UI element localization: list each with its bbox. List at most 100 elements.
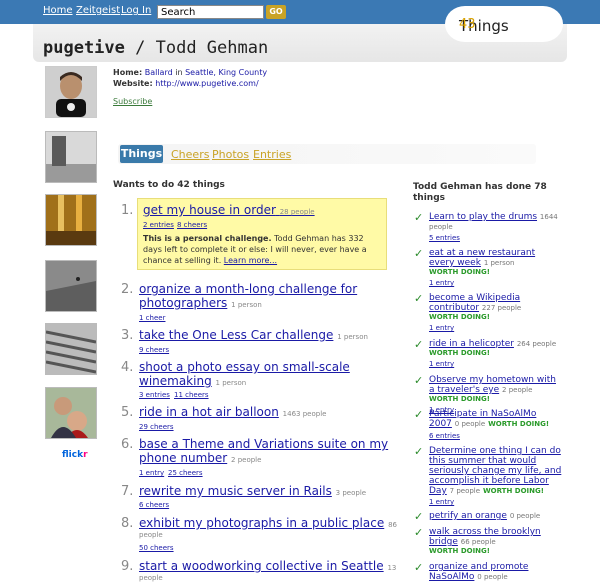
item-title-link[interactable]: organize a month-long challenge for [139,282,357,296]
done-title-link[interactable]: bridge [429,537,458,547]
website-link[interactable]: http://www.pugetive.com/ [155,79,258,88]
check-icon: ✓ [414,510,424,523]
flickr-logo[interactable]: flickr [62,450,88,460]
item-title-link[interactable]: rewrite my music server in Rails [139,484,332,498]
item-count: 13 [387,564,397,572]
done-title-link[interactable]: Observe my hometown with [429,375,579,385]
item-number: 9. [121,559,134,574]
item-cheers-link[interactable]: 9 cheers [139,346,169,354]
item-cheers-link[interactable]: 11 cheers [174,391,209,399]
done-title-link[interactable]: Participate in NaSoAlMo [429,409,579,419]
subscribe-link[interactable]: Subscribe [113,97,152,106]
home-city-link[interactable]: Ballard [145,68,173,77]
tab-cheers[interactable]: Cheers [171,148,209,161]
search-go-button[interactable]: GO [266,5,286,19]
done-title-link[interactable]: Learn to play the drums [429,212,537,222]
done-title-link[interactable]: become a Wikipedia [429,293,579,303]
worth-doing-badge: WORTH DOING! [429,268,490,276]
item-cheers-link[interactable]: 8 cheers [177,221,207,229]
check-icon: ✓ [414,374,424,387]
done-entries-link[interactable]: 1 entry [429,360,454,368]
done-item: NaSoAlMo 0 people [429,572,579,582]
done-count: 264 people [516,340,557,348]
item-title-link[interactable]: exhibit my photographs in a public place [139,516,384,530]
item-cheers-link[interactable]: 1 cheer [139,314,165,322]
done-item: petrify an orange 0 people [429,511,579,521]
site-logo[interactable]: 43 Things [459,17,509,35]
list-item[interactable]: get my house in order 28 people [143,203,315,219]
item-number: 4. [121,360,134,375]
item-title-link[interactable]: shoot a photo essay on small-scale [139,360,350,374]
done-title-link[interactable]: seriously change my life, and [429,466,579,476]
home-region-link[interactable]: Seattle, King County [185,68,267,77]
item-number: 5. [121,405,134,420]
flickr-photo-3[interactable] [45,260,97,312]
done-title-link[interactable]: every week [429,258,481,268]
done-title-link[interactable]: this summer that would [429,456,579,466]
item-title-link[interactable]: get my house in order [143,203,276,217]
search-input[interactable] [157,5,264,19]
website-line: Website: http://www.pugetive.com/ [113,79,259,88]
done-title-link[interactable]: walk across the brooklyn [429,527,579,537]
item-entries-link[interactable]: 1 entry [139,469,164,477]
flickr-logo-b: r [83,450,88,460]
worth-doing-badge: WORTH DOING! [488,420,550,428]
done-title-link[interactable]: contributor [429,303,479,313]
item-count: 2 people [231,456,262,464]
done-entries-link[interactable]: 1 entry [429,279,454,287]
done-title-link[interactable]: petrify an orange [429,511,507,521]
item-title-link[interactable]: ride in a hot air balloon [139,405,279,419]
item-number: 1. [121,203,134,218]
done-title-link[interactable]: 2007 [429,419,452,429]
learn-more-link[interactable]: Learn more... [224,256,277,265]
flickr-photo-5[interactable] [45,387,97,439]
list-item: start a woodworking collective in Seattl… [139,559,396,575]
list-item: ride in a hot air balloon 1463 people [139,405,326,421]
item-cheers-link[interactable]: 29 cheers [139,423,174,431]
item-title-link[interactable]: base a Theme and Variations suite on my [139,437,388,451]
tab-entries[interactable]: Entries [253,148,291,161]
flickr-photo-1[interactable] [45,131,97,183]
done-title-link[interactable]: Day [429,486,447,496]
nav-home-link[interactable]: Home [43,5,73,16]
done-title-link[interactable]: eat at a new restaurant [429,248,579,258]
page-title: pugetive / Todd Gehman [43,38,268,58]
done-title-link[interactable]: Determine one thing I can do [429,446,579,456]
done-title-link[interactable]: ride in a helicopter [429,339,514,349]
done-count: 0 people [454,420,486,428]
item-title-link[interactable]: take the One Less Car challenge [139,328,333,342]
item-title-link[interactable]: photographers [139,296,227,310]
done-entries-link[interactable]: 1 entry [429,498,454,506]
logo-number: 43 [459,17,476,32]
item-title-link[interactable]: phone number [139,451,227,465]
item-cheers-link[interactable]: 50 cheers [139,544,174,552]
nav-login-link[interactable]: Log In [121,5,151,16]
flickr-photo-2[interactable] [45,194,97,246]
check-icon: ✓ [414,445,424,458]
item-cheers-link[interactable]: 25 cheers [168,469,203,477]
item-count: 86 [388,521,397,529]
done-title-link[interactable]: organize and promote [429,562,579,572]
nav-zeitgeist-link[interactable]: Zeitgeist [76,5,120,16]
done-entries-link[interactable]: 6 entries [429,432,460,440]
item-title-link[interactable]: start a woodworking collective in Seattl… [139,559,384,573]
done-entries-link[interactable]: 1 entry [429,324,454,332]
done-title-link[interactable]: accomplish it before Labor [429,476,579,486]
done-title-link[interactable]: NaSoAlMo [429,572,474,582]
item-count: 1 person [231,301,262,309]
item-count: 1 person [337,333,368,341]
done-title-link[interactable]: a traveler's eye [429,385,499,395]
item-title-link[interactable]: winemaking [139,374,212,388]
item-cheers-link[interactable]: 6 cheers [139,501,169,509]
item-entries-link[interactable]: 2 entries [143,221,174,229]
tab-things[interactable]: Things [120,145,163,163]
website-label: Website: [113,79,153,88]
item-entries-link[interactable]: 3 entries [139,391,170,399]
item-number: 7. [121,484,134,499]
flickr-photo-4[interactable] [45,323,97,375]
done-item: ride in a helicopter 264 people [429,339,579,349]
worth-doing-badge: WORTH DOING! [429,313,490,321]
tab-photos[interactable]: Photos [212,148,249,161]
done-item: every week 1 person [429,258,579,268]
done-entries-link[interactable]: 5 entries [429,234,460,242]
